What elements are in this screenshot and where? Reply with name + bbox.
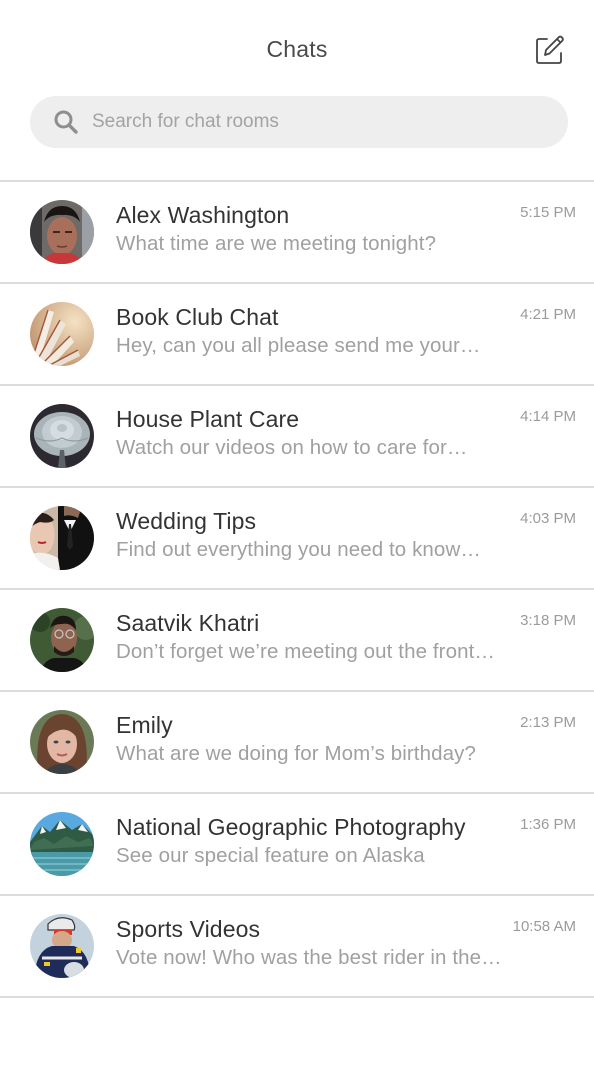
chat-row[interactable]: National Geographic Photography See our … (0, 794, 594, 896)
chat-preview: Don’t forget we’re meeting out the front… (116, 640, 495, 663)
chat-preview: Hey, can you all please send me your… (116, 334, 481, 357)
compose-button[interactable] (533, 33, 567, 67)
book-pages-photo-icon (30, 302, 94, 366)
chat-time: 4:21 PM (520, 306, 576, 323)
chat-row[interactable]: Emily What are we doing for Mom’s birthd… (0, 692, 594, 794)
chat-row[interactable]: Sports Videos Vote now! Who was the best… (0, 896, 594, 998)
person-photo-icon (30, 710, 94, 774)
person-photo-icon (30, 200, 94, 264)
chat-time: 5:15 PM (520, 204, 576, 221)
chat-time: 3:18 PM (520, 612, 576, 629)
search-icon (52, 108, 80, 136)
chat-row[interactable]: Alex Washington What time are we meeting… (0, 182, 594, 284)
chat-name: Saatvik Khatri (116, 610, 260, 636)
chat-row[interactable]: Book Club Chat Hey, can you all please s… (0, 284, 594, 386)
chat-time: 10:58 AM (512, 918, 576, 935)
chat-name: Wedding Tips (116, 508, 257, 534)
search-input[interactable] (92, 111, 512, 133)
succulent-photo-icon (30, 404, 94, 468)
chat-row[interactable]: House Plant Care Watch our videos on how… (0, 386, 594, 488)
chat-name: Emily (116, 712, 173, 738)
avatar (30, 404, 94, 468)
avatar (30, 200, 94, 264)
chat-name: Alex Washington (116, 202, 290, 228)
avatar (30, 302, 94, 366)
avatar (30, 710, 94, 774)
chat-name: National Geographic Photography (116, 814, 466, 840)
chat-preview: Find out everything you need to know… (116, 538, 481, 561)
header: Chats (0, 0, 594, 96)
avatar (30, 914, 94, 978)
compose-edit-icon (536, 35, 564, 64)
person-photo-icon (30, 608, 94, 672)
chat-preview: What time are we meeting tonight? (116, 232, 437, 255)
chat-row[interactable]: Wedding Tips Find out everything you nee… (0, 488, 594, 590)
chats-screen: Chats Search for chat rooms Alex Washing… (0, 0, 594, 1072)
chat-time: 4:03 PM (520, 510, 576, 527)
chat-preview: Vote now! Who was the best rider in the… (116, 946, 502, 969)
chat-preview: What are we doing for Mom’s birthday? (116, 742, 476, 765)
cyclist-photo-icon (30, 914, 94, 978)
wedding-couple-photo-icon (30, 506, 94, 570)
chat-preview: See our special feature on Alaska (116, 844, 425, 867)
chat-time: 1:36 PM (520, 816, 576, 833)
chat-time: 2:13 PM (520, 714, 576, 731)
chat-preview: Watch our videos on how to care for… (116, 436, 468, 459)
avatar (30, 608, 94, 672)
chat-row[interactable]: Saatvik Khatri Don’t forget we’re meetin… (0, 590, 594, 692)
mountain-landscape-photo-icon (30, 812, 94, 876)
chat-name: Sports Videos (116, 916, 261, 942)
chat-name: House Plant Care (116, 406, 300, 432)
chat-time: 4:14 PM (520, 408, 576, 425)
page-title: Chats (266, 36, 328, 62)
chat-name: Book Club Chat (116, 304, 279, 330)
avatar (30, 812, 94, 876)
avatar (30, 506, 94, 570)
search-bar[interactable] (30, 96, 568, 148)
chat-list: Alex Washington What time are we meeting… (0, 180, 594, 998)
